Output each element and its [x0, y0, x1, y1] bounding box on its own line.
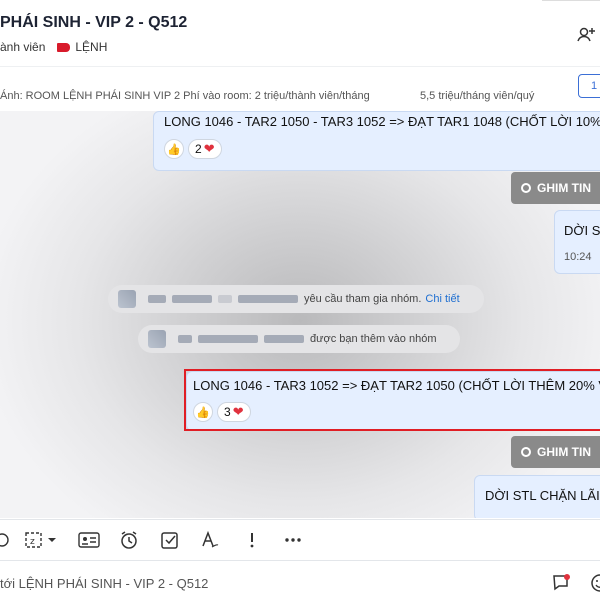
pinned-extra-text: 5,5 triệu/tháng viên/quý	[420, 90, 535, 102]
reaction-row: 👍 2 ❤	[164, 139, 222, 159]
composer: tới LỆNH PHÁI SINH - VIP 2 - Q512	[0, 560, 600, 601]
redacted-name	[178, 335, 192, 343]
contact-card-icon[interactable]	[78, 530, 100, 550]
redacted-name	[264, 335, 304, 343]
blurred-avatar	[118, 290, 136, 308]
reaction-count[interactable]: 2 ❤	[188, 139, 222, 159]
sticker-icon[interactable]	[0, 530, 12, 550]
clock-icon	[521, 183, 531, 193]
redacted-name	[238, 295, 298, 303]
message-text: LONG 1046 - TAR2 1050 - TAR3 1052 => ĐẠT…	[164, 114, 600, 129]
system-text: yêu cầu tham gia nhóm.	[304, 293, 422, 305]
group-title[interactable]: PHÁI SINH - VIP 2 - Q512	[0, 14, 187, 32]
urgent-icon[interactable]	[242, 530, 262, 550]
pin-notice-label: GHIM TIN	[537, 445, 591, 459]
pin-notice-label: GHIM TIN	[537, 181, 591, 195]
screenshot-icon[interactable]: z	[24, 530, 60, 550]
emoji-icon[interactable]	[590, 573, 600, 593]
message-time: 10:24	[564, 251, 592, 263]
text-format-icon[interactable]	[200, 530, 220, 550]
pinned-message-bar[interactable]: Ánh: ROOM LỆNH PHÁI SINH VIP 2 Phí vào r…	[0, 66, 600, 112]
redacted-name	[218, 295, 232, 303]
clock-icon	[521, 447, 531, 457]
pinned-count-button[interactable]: 1	[578, 74, 600, 98]
pin-notice[interactable]: GHIM TIN	[511, 436, 600, 468]
chat-header: PHÁI SINH - VIP 2 - Q512 ành viên LỆNH	[0, 0, 600, 66]
message-text: DỜI STL	[564, 223, 600, 238]
reminder-icon[interactable]	[119, 530, 139, 550]
blurred-avatar	[148, 330, 166, 348]
system-notice: được bạn thêm vào nhóm	[138, 325, 460, 353]
like-icon[interactable]: 👍	[164, 139, 184, 159]
pin-notice[interactable]: GHIM TIN	[511, 172, 600, 204]
quick-message-icon[interactable]	[552, 573, 572, 593]
highlight-box	[184, 369, 600, 431]
svg-text:z: z	[30, 537, 35, 547]
details-link[interactable]: Chi tiết	[425, 293, 459, 305]
message-input[interactable]: tới LỆNH PHÁI SINH - VIP 2 - Q512	[0, 576, 208, 591]
group-subtitle: ành viên LỆNH	[0, 40, 107, 54]
redacted-name	[172, 295, 212, 303]
system-notice: yêu cầu tham gia nhóm. Chi tiết	[108, 285, 484, 313]
add-member-icon[interactable]	[575, 24, 597, 46]
redacted-name	[148, 295, 166, 303]
system-text: được bạn thêm vào nhóm	[310, 333, 437, 345]
message-bubble[interactable]: DỜI STL CHẶN LÃI V	[474, 475, 600, 518]
message-bubble[interactable]: DỜI STL 10:24	[554, 210, 600, 274]
task-icon[interactable]	[160, 530, 180, 550]
heart-icon: ❤	[203, 141, 215, 156]
message-bubble[interactable]: LONG 1046 - TAR2 1050 - TAR3 1052 => ĐẠT…	[153, 111, 600, 171]
tag-icon	[57, 42, 71, 52]
redacted-name	[198, 335, 258, 343]
composer-toolbar: z	[0, 519, 600, 560]
more-options-icon[interactable]	[283, 530, 303, 550]
message-text: DỜI STL CHẶN LÃI V	[485, 488, 600, 503]
header-divider	[542, 0, 600, 5]
members-link[interactable]: ành viên	[0, 40, 45, 54]
pinned-text: Ánh: ROOM LỆNH PHÁI SINH VIP 2 Phí vào r…	[0, 90, 370, 102]
message-list[interactable]: LONG 1046 - TAR2 1050 - TAR3 1052 => ĐẠT…	[0, 111, 600, 518]
tag-label[interactable]: LỆNH	[75, 40, 107, 54]
